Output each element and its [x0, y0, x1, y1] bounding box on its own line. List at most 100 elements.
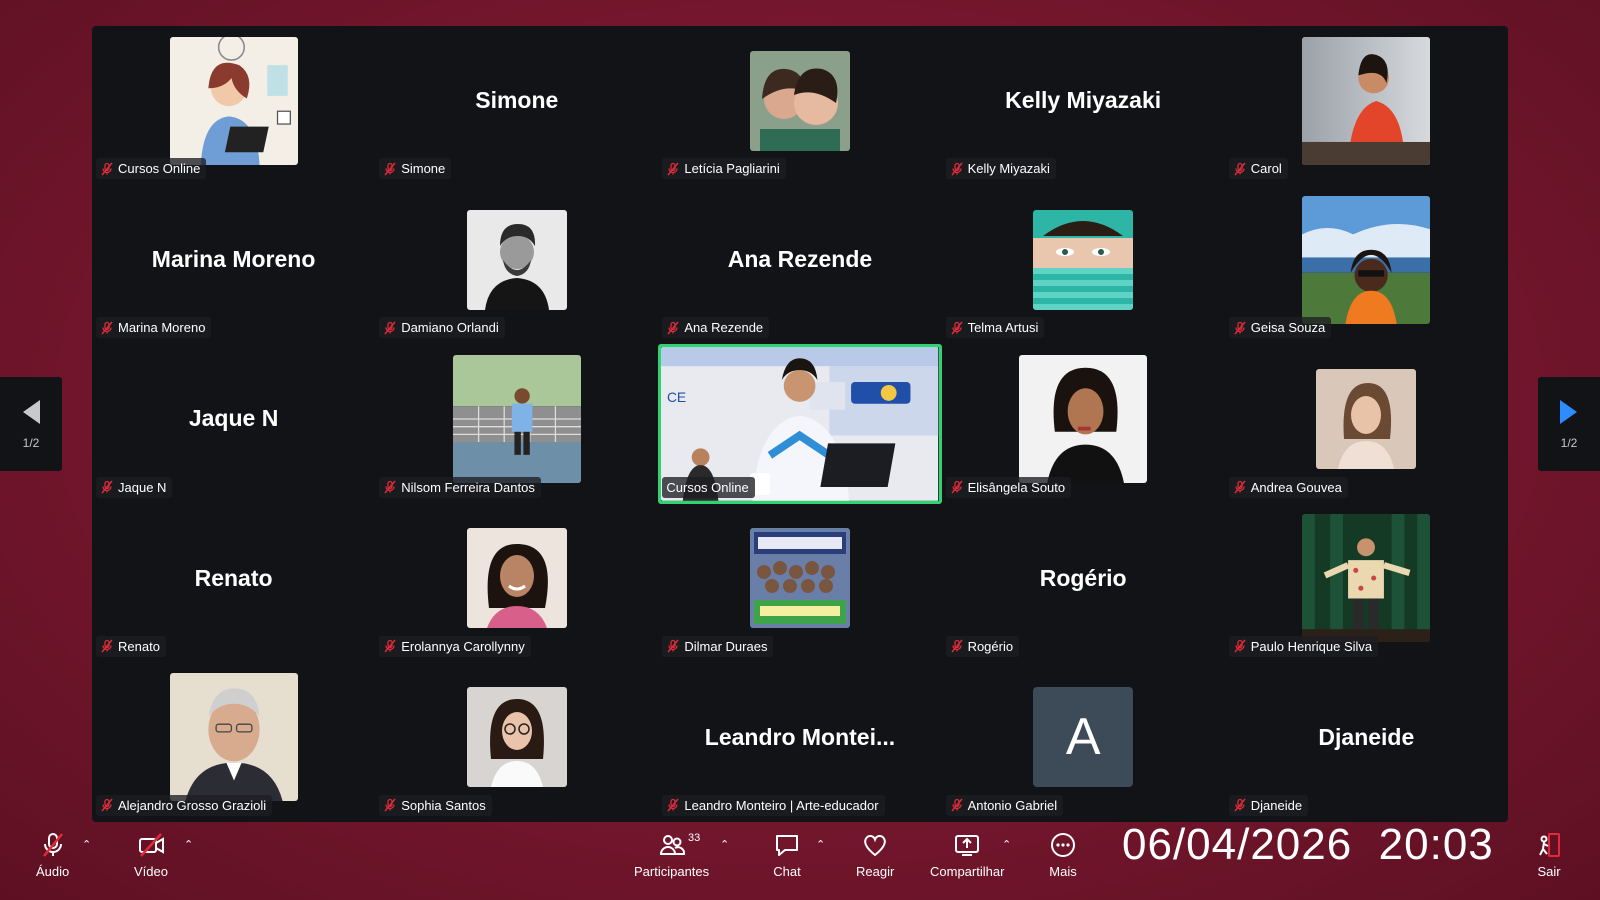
participant-name-text: Andrea Gouvea	[1250, 479, 1342, 495]
participant-name-text: Alejandro Grosso Grazioli	[118, 797, 267, 813]
participant-tile[interactable]: Erolannya Carollynny	[375, 504, 658, 663]
audio-button[interactable]: Áudio	[36, 830, 69, 879]
leave-button[interactable]: Sair	[1534, 830, 1564, 879]
microphone-muted-icon	[1234, 639, 1246, 653]
participant-tile[interactable]: Dilmar Duraes	[658, 504, 941, 663]
svg-text:CE: CE	[667, 389, 686, 405]
participant-name-text: Erolannya Carollynny	[401, 638, 525, 654]
page-indicator-right: 1/2	[1560, 436, 1578, 450]
participant-tile[interactable]: Carol	[1225, 26, 1508, 185]
microphone-muted-icon	[1234, 798, 1246, 812]
video-stage: Cursos Online Simone Simone Letícia Pagliar…	[92, 26, 1508, 822]
participant-name-label: Rogério	[945, 635, 1020, 657]
participant-name-label: Antonio Gabriel	[945, 794, 1064, 816]
participants-options-caret[interactable]: ⌃	[720, 838, 729, 851]
profile-photo	[1302, 514, 1431, 643]
participant-tile[interactable]: Renato Renato	[92, 504, 375, 663]
participant-tile[interactable]: Alejandro Grosso Grazioli	[92, 663, 375, 822]
video-button[interactable]: Vídeo	[134, 830, 168, 879]
participant-tile[interactable]: Simone Simone	[375, 26, 658, 185]
microphone-muted-icon	[101, 480, 113, 494]
profile-photo	[466, 528, 567, 629]
audio-label: Áudio	[36, 864, 70, 879]
video-label: Vídeo	[134, 864, 168, 879]
microphone-muted-icon	[950, 798, 963, 812]
participant-tile[interactable]: Cursos Online	[92, 26, 375, 185]
participant-tile[interactable]: Kelly Miyazaki Kelly Miyazaki	[942, 26, 1225, 185]
participant-name-label: Cursos Online	[662, 476, 755, 498]
next-page-button[interactable]: 1/2	[1538, 377, 1600, 471]
chat-bubble-icon	[772, 830, 802, 860]
participant-tile[interactable]: Djaneide Djaneide	[1225, 663, 1508, 822]
chat-options-caret[interactable]: ⌃	[816, 838, 825, 851]
prev-page-button[interactable]: 1/2	[0, 377, 62, 471]
chat-button[interactable]: Chat	[772, 830, 802, 879]
participants-icon	[657, 830, 687, 860]
react-button[interactable]: Reagir	[856, 830, 894, 879]
participant-name-text: Djaneide	[1250, 797, 1303, 813]
participant-tile[interactable]: Rogério Rogério	[942, 504, 1225, 663]
participant-name-label: Jaque N	[96, 476, 173, 498]
participant-name-text: Leandro Monteiro | Arte-educador	[684, 797, 879, 813]
microphone-muted-icon	[384, 798, 396, 812]
participant-tile[interactable]: Marina Moreno Marina Moreno	[92, 185, 375, 344]
participant-name-text: Simone	[401, 161, 446, 177]
participant-name-label: Ana Rezende	[662, 317, 770, 339]
video-options-caret[interactable]: ⌃	[184, 838, 193, 851]
participant-name-label: Cursos Online	[96, 158, 207, 180]
heart-icon	[860, 830, 890, 860]
microphone-muted-icon	[950, 639, 963, 653]
more-button[interactable]: Mais	[1048, 830, 1078, 879]
participant-name-label: Djaneide	[1228, 794, 1309, 816]
participant-tile[interactable]: Telma Artusi	[942, 185, 1225, 344]
profile-photo	[169, 36, 298, 165]
microphone-muted-icon	[384, 321, 396, 335]
time-text: 20:03	[1378, 820, 1494, 869]
participant-name-text: Nilsom Ferreira Dantos	[401, 479, 535, 495]
participant-name-label: Leandro Monteiro | Arte-educador	[662, 794, 885, 816]
participant-name-text: Geisa Souza	[1250, 320, 1326, 336]
participant-tile[interactable]: Andrea Gouvea	[1225, 344, 1508, 503]
participant-tile[interactable]: Leandro Montei... Leandro Monteiro | Arte…	[658, 663, 941, 822]
participant-tile[interactable]: Sophia Santos	[375, 663, 658, 822]
microphone-muted-icon	[1234, 321, 1246, 335]
microphone-muted-icon	[950, 162, 963, 176]
participant-tile[interactable]: Letícia Pagliarini	[658, 26, 941, 185]
share-options-caret[interactable]: ⌃	[1002, 838, 1011, 851]
participant-name-text: Renato	[118, 638, 160, 654]
participant-name-text: Telma Artusi	[967, 320, 1039, 336]
date-text: 06/04/2026	[1122, 820, 1353, 869]
microphone-muted-icon	[1234, 162, 1246, 176]
participant-tile[interactable]: Geisa Souza	[1225, 185, 1508, 344]
participant-display-name: Jaque N	[188, 405, 279, 432]
participant-name-text: Antonio Gabriel	[967, 797, 1058, 813]
profile-photo	[466, 209, 567, 310]
participant-tile[interactable]: Elisângela Souto	[942, 344, 1225, 503]
participant-name-label: Geisa Souza	[1228, 317, 1332, 339]
participant-tile[interactable]: Jaque N Jaque N	[92, 344, 375, 503]
microphone-muted-icon	[384, 480, 396, 494]
datetime-overlay: 06/04/2026 20:03	[1122, 820, 1494, 870]
leave-label: Sair	[1537, 864, 1561, 879]
participant-name-text: Jaque N	[118, 479, 167, 495]
participant-name-label: Dilmar Duraes	[662, 635, 774, 657]
participant-name-text: Sophia Santos	[401, 797, 486, 813]
participant-tile[interactable]: A Antonio Gabriel	[942, 663, 1225, 822]
participants-count: 33	[688, 832, 701, 844]
microphone-muted-icon	[950, 480, 963, 494]
profile-photo	[169, 673, 298, 802]
participant-display-name: Renato	[194, 564, 273, 591]
microphone-muted-icon	[667, 162, 679, 176]
share-screen-icon	[952, 830, 982, 860]
participant-tile[interactable]: Ana Rezende Ana Rezende	[658, 185, 941, 344]
participant-tile[interactable]: Paulo Henrique Silva	[1225, 504, 1508, 663]
audio-options-caret[interactable]: ⌃	[82, 838, 91, 851]
participant-tile[interactable]: Damiano Orlandi	[375, 185, 658, 344]
microphone-muted-icon	[384, 639, 396, 653]
share-button[interactable]: Compartilhar	[930, 830, 1004, 879]
active-speaker-tile[interactable]: CE Cursos Online	[658, 344, 942, 504]
profile-photo	[749, 528, 850, 629]
participant-name-label: Erolannya Carollynny	[379, 635, 531, 657]
participant-tile[interactable]: Nilsom Ferreira Dantos	[375, 344, 658, 503]
microphone-muted-icon	[950, 321, 963, 335]
